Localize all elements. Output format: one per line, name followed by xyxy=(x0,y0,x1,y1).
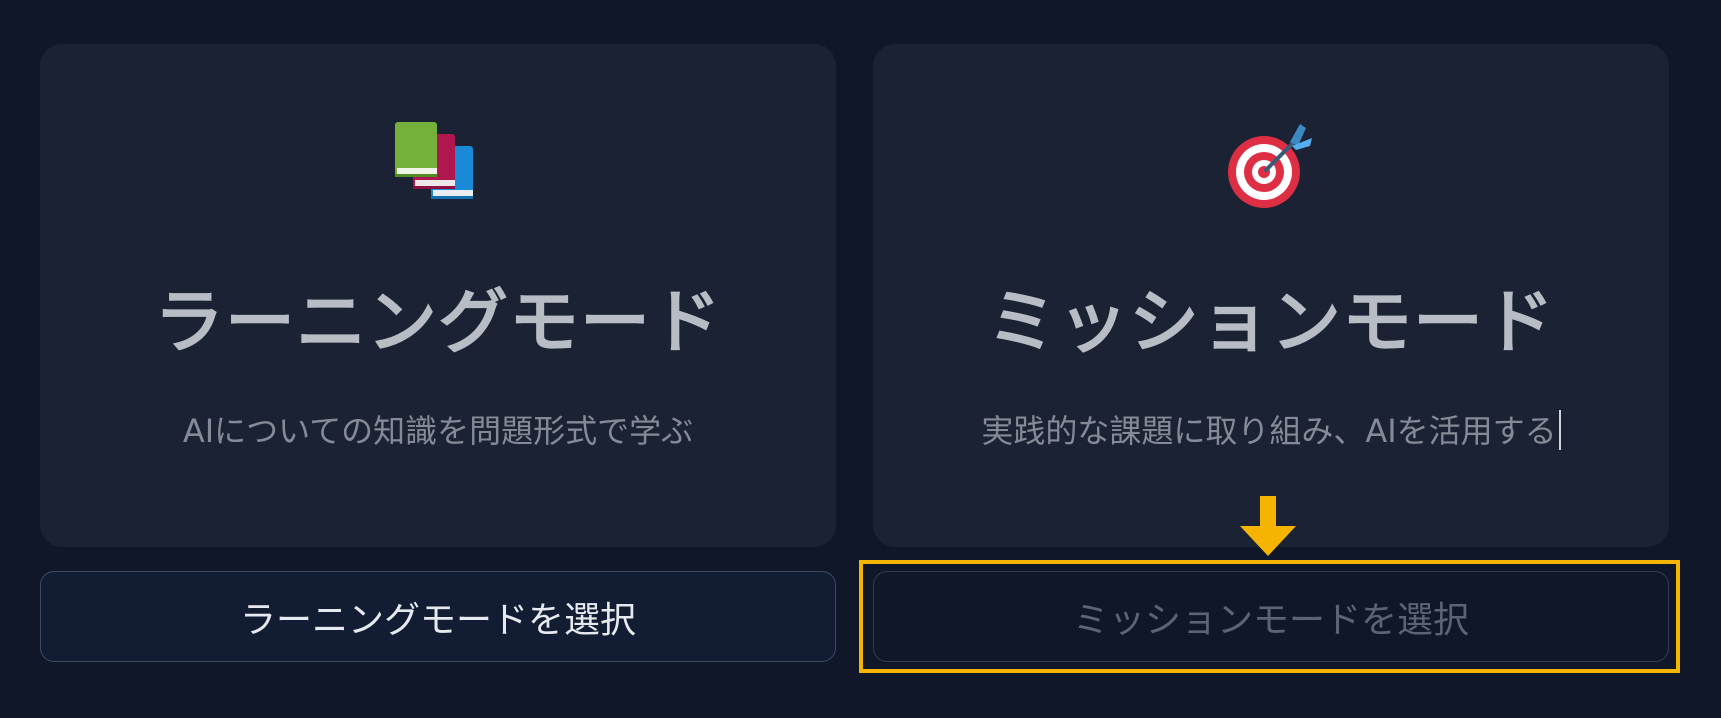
books-icon xyxy=(40,120,836,210)
learning-mode-card: ラーニングモード AIについての知識を問題形式で学ぶ xyxy=(40,44,836,547)
learning-mode-title: ラーニングモード xyxy=(154,281,722,363)
arrow-down-icon xyxy=(1240,496,1296,556)
mission-select-button[interactable]: ミッションモードを選択 xyxy=(873,571,1669,662)
mission-mode-title: ミッションモード xyxy=(987,281,1555,363)
mission-mode-card: ミッションモード 実践的な課題に取り組み、AIを活用する xyxy=(873,44,1669,547)
mission-mode-description-text: 実践的な課題に取り組み、AIを活用する xyxy=(981,412,1557,450)
text-cursor xyxy=(1558,410,1561,450)
mission-mode-description: 実践的な課題に取り組み、AIを活用する xyxy=(873,406,1669,452)
target-dart-icon xyxy=(873,120,1669,210)
learning-mode-description: AIについての知識を問題形式で学ぶ xyxy=(182,412,694,450)
learning-select-button[interactable]: ラーニングモードを選択 xyxy=(40,571,836,662)
